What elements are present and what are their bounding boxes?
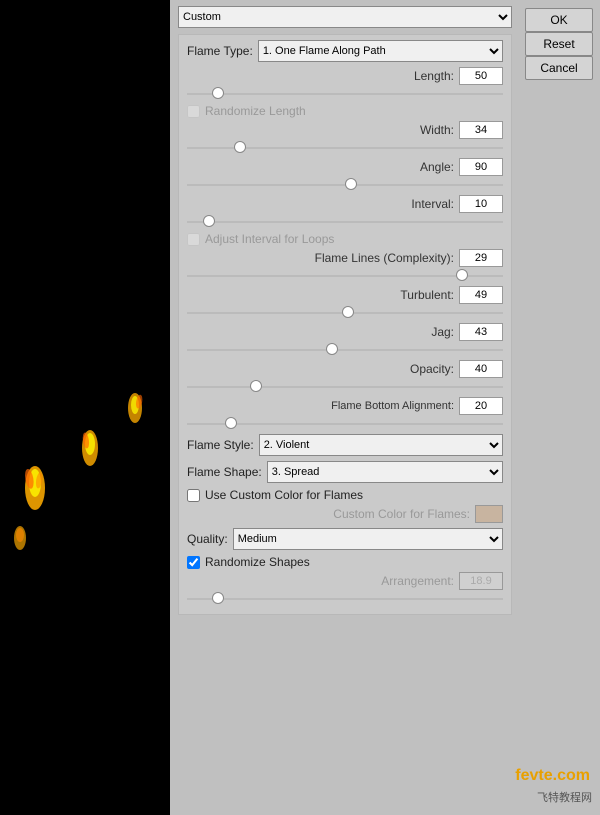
controls-panel: Custom Flame Type: 1. One Flame Along Pa…	[170, 0, 520, 815]
use-custom-color-row: Use Custom Color for Flames	[187, 488, 503, 502]
action-buttons: OK Reset Cancel	[520, 0, 600, 88]
preview-panel	[0, 0, 170, 815]
width-label: Width:	[187, 123, 454, 137]
flame-style-select[interactable]: 2. Violent	[259, 434, 503, 456]
jag-input[interactable]	[459, 323, 503, 341]
ok-button[interactable]: OK	[525, 8, 593, 32]
turbulent-label: Turbulent:	[187, 288, 454, 302]
randomize-length-label: Randomize Length	[205, 104, 306, 118]
angle-row: Angle:	[187, 158, 503, 176]
flame-bottom-label: Flame Bottom Alignment:	[187, 400, 454, 412]
flame-type-label: Flame Type:	[187, 44, 253, 58]
jag-row: Jag:	[187, 323, 503, 341]
arrangement-row: Arrangement:	[187, 572, 503, 590]
watermark-sub: 飞特教程网	[537, 789, 592, 805]
randomize-length-row: Randomize Length	[187, 104, 503, 118]
preset-select[interactable]: Custom	[178, 6, 512, 28]
turbulent-slider[interactable]	[187, 306, 503, 320]
opacity-label: Opacity:	[187, 362, 454, 376]
flame-style-label: Flame Style:	[187, 438, 254, 452]
reset-button[interactable]: Reset	[525, 32, 593, 56]
randomize-shapes-row: Randomize Shapes	[187, 555, 503, 569]
width-slider[interactable]	[187, 141, 503, 155]
use-custom-color-label: Use Custom Color for Flames	[205, 488, 363, 502]
width-input[interactable]	[459, 121, 503, 139]
opacity-slider[interactable]	[187, 380, 503, 394]
watermark: fevte.com	[515, 767, 590, 785]
custom-color-swatch[interactable]	[475, 505, 503, 523]
arrangement-input[interactable]	[459, 572, 503, 590]
arrangement-slider[interactable]	[187, 592, 503, 606]
jag-slider[interactable]	[187, 343, 503, 357]
angle-slider[interactable]	[187, 178, 503, 192]
flame-lines-slider[interactable]	[187, 269, 503, 283]
turbulent-input[interactable]	[459, 286, 503, 304]
opacity-row: Opacity:	[187, 360, 503, 378]
width-row: Width:	[187, 121, 503, 139]
arrangement-label: Arrangement:	[187, 574, 454, 588]
adjust-interval-checkbox[interactable]	[187, 233, 200, 246]
flame-type-row: Flame Type: 1. One Flame Along Path	[187, 40, 503, 62]
length-label: Length:	[187, 69, 454, 83]
angle-label: Angle:	[187, 160, 454, 174]
randomize-shapes-label: Randomize Shapes	[205, 555, 310, 569]
length-row: Length:	[187, 67, 503, 85]
flame-lines-row: Flame Lines (Complexity):	[187, 249, 503, 267]
flame-bottom-slider[interactable]	[187, 417, 503, 431]
flame-bottom-row: Flame Bottom Alignment:	[187, 397, 503, 415]
randomize-length-checkbox[interactable]	[187, 105, 200, 118]
flame-lines-label: Flame Lines (Complexity):	[187, 251, 454, 265]
randomize-shapes-checkbox[interactable]	[187, 556, 200, 569]
interval-input[interactable]	[459, 195, 503, 213]
length-slider[interactable]	[187, 87, 503, 101]
flame-shape-row: Flame Shape: 3. Spread	[187, 461, 503, 483]
preset-row: Custom	[178, 6, 512, 28]
flame-shape-label: Flame Shape:	[187, 465, 262, 479]
flame-bottom-input[interactable]	[459, 397, 503, 415]
quality-row: Quality: Medium	[187, 528, 503, 550]
turbulent-row: Turbulent:	[187, 286, 503, 304]
quality-label: Quality:	[187, 532, 228, 546]
jag-label: Jag:	[187, 325, 454, 339]
interval-label: Interval:	[187, 197, 454, 211]
flame-style-row: Flame Style: 2. Violent	[187, 434, 503, 456]
flame-lines-input[interactable]	[459, 249, 503, 267]
adjust-interval-label: Adjust Interval for Loops	[205, 232, 334, 246]
angle-input[interactable]	[459, 158, 503, 176]
use-custom-color-checkbox[interactable]	[187, 489, 200, 502]
quality-select[interactable]: Medium	[233, 528, 503, 550]
flame-preview-svg	[5, 208, 165, 608]
custom-color-label: Custom Color for Flames:	[187, 507, 470, 521]
length-input[interactable]	[459, 67, 503, 85]
interval-slider[interactable]	[187, 215, 503, 229]
custom-color-row: Custom Color for Flames:	[187, 505, 503, 523]
cancel-button[interactable]: Cancel	[525, 56, 593, 80]
flame-type-select[interactable]: 1. One Flame Along Path	[258, 40, 503, 62]
flame-shape-select[interactable]: 3. Spread	[267, 461, 503, 483]
main-controls-box: Flame Type: 1. One Flame Along Path Leng…	[178, 34, 512, 615]
interval-row: Interval:	[187, 195, 503, 213]
opacity-input[interactable]	[459, 360, 503, 378]
adjust-interval-row: Adjust Interval for Loops	[187, 232, 503, 246]
